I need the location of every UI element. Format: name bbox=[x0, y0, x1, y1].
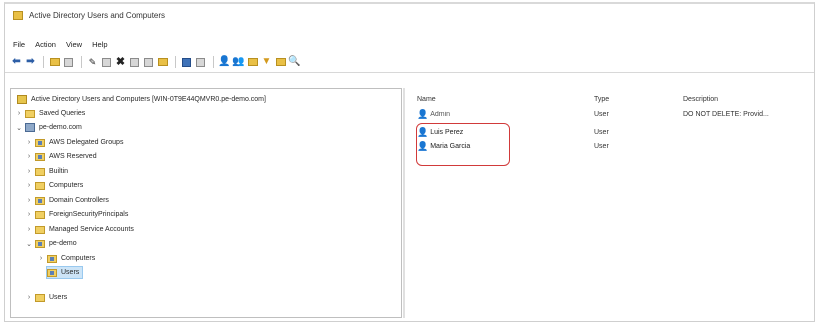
expand-chevron-icon[interactable]: › bbox=[37, 255, 45, 262]
tree-item-builtin[interactable]: › Builtin bbox=[25, 166, 68, 177]
copy-icon[interactable] bbox=[101, 57, 112, 68]
tree-item-label: ForeignSecurityPrincipals bbox=[49, 211, 129, 218]
tree-item-label: Users bbox=[49, 294, 68, 301]
new-user-icon[interactable]: 👤 bbox=[218, 57, 230, 68]
tree-item-domain-controllers[interactable]: › Domain Controllers bbox=[25, 195, 109, 206]
highlight-annotation bbox=[416, 123, 510, 166]
tree-item-pe-demo-computers[interactable]: › Computers bbox=[37, 253, 95, 264]
expand-chevron-icon[interactable]: › bbox=[25, 226, 33, 233]
folder-icon bbox=[35, 293, 45, 302]
expand-chevron-icon[interactable]: › bbox=[25, 197, 33, 204]
user-type: User bbox=[594, 111, 609, 118]
tree-item-label: Domain Controllers bbox=[49, 197, 109, 204]
toolbar-divider bbox=[5, 72, 814, 73]
delete-icon[interactable]: ✖ bbox=[115, 56, 126, 68]
toolbar: ⬅ ➡ ✎ ✖ 👤 👥 ▼ 🔍 bbox=[5, 53, 814, 71]
tree-item-pe-demo[interactable]: ⌄ pe-demo bbox=[25, 238, 77, 249]
back-arrow-icon[interactable]: ⬅ bbox=[11, 57, 22, 68]
tree-item-label: pe-demo bbox=[49, 240, 77, 247]
menu-view[interactable]: View bbox=[66, 40, 82, 49]
tree-item-saved-queries[interactable]: › Saved Queries bbox=[15, 108, 85, 119]
expand-chevron-icon[interactable]: › bbox=[25, 294, 33, 301]
folder-icon bbox=[35, 181, 45, 190]
menu-action[interactable]: Action bbox=[35, 40, 56, 49]
console-icon[interactable] bbox=[181, 57, 192, 68]
tree-item-label: Computers bbox=[61, 255, 96, 262]
column-header-type[interactable]: Type bbox=[594, 96, 609, 103]
refresh-icon[interactable] bbox=[143, 57, 154, 68]
toolbar-separator bbox=[43, 56, 44, 68]
tree-item-label: pe-demo.com bbox=[39, 124, 82, 131]
tree-root[interactable]: Active Directory Users and Computers [WI… bbox=[17, 94, 266, 105]
ou-folder-icon bbox=[35, 138, 45, 147]
user-icon: 👤 bbox=[417, 109, 429, 119]
tree-item-domain[interactable]: ⌄ pe-demo.com bbox=[15, 122, 82, 133]
user-type: User bbox=[594, 143, 609, 150]
expand-chevron-icon[interactable]: › bbox=[25, 211, 33, 218]
user-description: DO NOT DELETE: Provid... bbox=[683, 111, 769, 118]
expand-chevron-icon[interactable]: › bbox=[25, 182, 33, 189]
column-header-description[interactable]: Description bbox=[683, 96, 718, 103]
tree-item-users[interactable]: › Users bbox=[25, 292, 67, 303]
expand-chevron-icon[interactable]: › bbox=[25, 139, 33, 146]
folder-up-icon[interactable] bbox=[49, 57, 60, 68]
console-tree-icon[interactable] bbox=[195, 57, 206, 68]
list-item[interactable]: 👤 Admin bbox=[417, 109, 450, 120]
column-header-name[interactable]: Name bbox=[417, 96, 436, 103]
tree-item-managed-service-accounts[interactable]: › Managed Service Accounts bbox=[25, 224, 134, 235]
menu-file[interactable]: File bbox=[13, 40, 25, 49]
tree-item-label: Saved Queries bbox=[39, 110, 86, 117]
folder-icon bbox=[35, 225, 45, 234]
properties-icon[interactable]: ✎ bbox=[87, 57, 98, 68]
title-bar: Active Directory Users and Computers bbox=[5, 4, 814, 26]
console-tree[interactable]: Active Directory Users and Computers [WI… bbox=[10, 88, 402, 318]
folder-icon bbox=[25, 109, 35, 118]
export-list-icon[interactable] bbox=[129, 57, 140, 68]
tree-item-aws-delegated-groups[interactable]: › AWS Delegated Groups bbox=[25, 137, 123, 148]
user-type: User bbox=[594, 129, 609, 136]
user-name: Admin bbox=[430, 111, 451, 118]
pane-splitter[interactable] bbox=[403, 88, 405, 318]
ou-folder-icon bbox=[47, 268, 57, 277]
help-icon[interactable] bbox=[157, 57, 168, 68]
add-to-group-icon[interactable] bbox=[275, 57, 286, 68]
tree-item-computers[interactable]: › Computers bbox=[25, 180, 83, 191]
tree-item-foreign-security-principals[interactable]: › ForeignSecurityPrincipals bbox=[25, 209, 128, 220]
aduc-app-icon bbox=[13, 10, 23, 20]
folder-icon bbox=[35, 210, 45, 219]
ou-folder-icon bbox=[35, 152, 45, 161]
tree-item-label: Computers bbox=[49, 182, 84, 189]
new-ou-icon[interactable] bbox=[247, 57, 258, 68]
expand-chevron-icon[interactable]: › bbox=[15, 110, 23, 117]
tree-item-label: Builtin bbox=[49, 168, 69, 175]
toolbar-separator bbox=[213, 56, 214, 68]
ou-folder-icon bbox=[35, 239, 45, 248]
aduc-root-icon bbox=[17, 95, 27, 104]
find-icon[interactable]: 🔍 bbox=[288, 57, 300, 68]
tree-item-label: AWS Delegated Groups bbox=[49, 139, 124, 146]
ou-folder-icon bbox=[35, 196, 45, 205]
ou-folder-icon bbox=[47, 254, 57, 263]
window-title: Active Directory Users and Computers bbox=[29, 10, 166, 20]
tree-item-aws-reserved[interactable]: › AWS Reserved bbox=[25, 151, 97, 162]
expand-chevron-icon[interactable]: › bbox=[25, 153, 33, 160]
folder-icon bbox=[35, 167, 45, 176]
tree-item-label: Managed Service Accounts bbox=[49, 226, 134, 233]
new-group-icon[interactable]: 👥 bbox=[232, 57, 244, 68]
toolbar-separator bbox=[81, 56, 82, 68]
collapse-chevron-icon[interactable]: ⌄ bbox=[25, 240, 33, 248]
tree-root-label: Active Directory Users and Computers [WI… bbox=[31, 96, 266, 103]
domain-icon bbox=[25, 123, 35, 132]
tree-item-label: Users bbox=[61, 269, 80, 276]
forward-arrow-icon[interactable]: ➡ bbox=[25, 57, 36, 68]
filter-icon[interactable]: ▼ bbox=[261, 57, 272, 68]
tree-item-pe-demo-users[interactable]: Users bbox=[45, 266, 84, 279]
collapse-chevron-icon[interactable]: ⌄ bbox=[15, 124, 23, 132]
toolbar-separator bbox=[175, 56, 176, 68]
expand-chevron-icon[interactable]: › bbox=[25, 168, 33, 175]
tree-item-label: AWS Reserved bbox=[49, 153, 97, 160]
menu-help[interactable]: Help bbox=[92, 40, 107, 49]
menu-bar: File Action View Help bbox=[5, 38, 814, 50]
show-hide-tree-icon[interactable] bbox=[63, 57, 74, 68]
